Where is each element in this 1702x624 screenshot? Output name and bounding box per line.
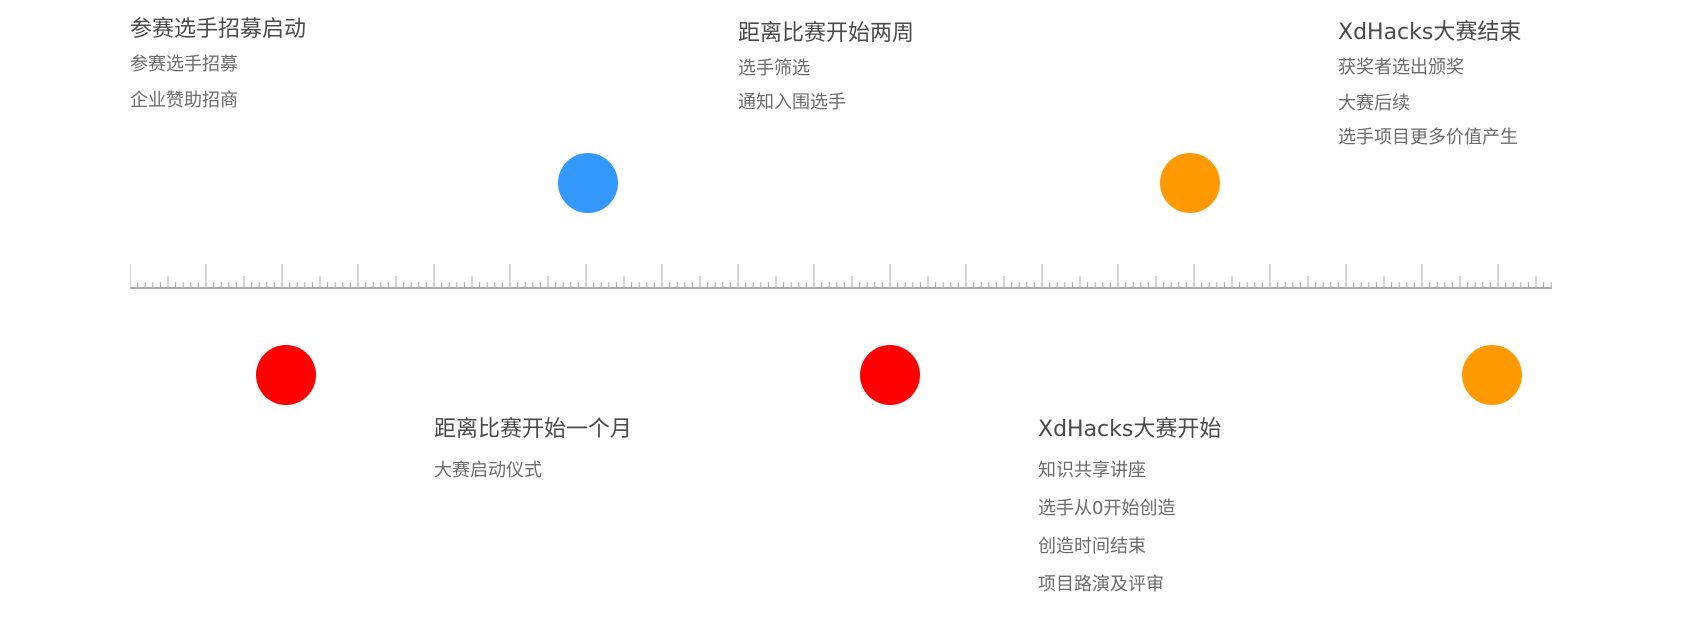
event-item: 选手筛选	[738, 58, 810, 79]
timeline-ruler	[130, 264, 1552, 289]
event-item: 大赛后续	[1338, 93, 1410, 114]
event-item: 获奖者选出颁奖	[1338, 57, 1464, 78]
event-title: 参赛选手招募启动	[130, 17, 307, 42]
event-title: XdHacks大赛开始	[1038, 417, 1222, 442]
timeline-dot-red	[256, 345, 316, 405]
event-contest-start: XdHacks大赛开始 知识共享讲座 选手从0开始创造 创造时间结束 项目路演及…	[1038, 416, 1221, 596]
event-title: 距离比赛开始一个月	[434, 417, 633, 442]
event-contest-end: XdHacks大赛结束 获奖者选出颁奖 大赛后续 选手项目更多价值产生	[1338, 19, 1521, 149]
timeline-dot-orange	[1462, 345, 1522, 405]
event-two-weeks-before: 距离比赛开始两周 选手筛选 通知入围选手	[738, 20, 914, 114]
event-item: 选手从0开始创造	[1038, 498, 1176, 519]
event-one-month-before: 距离比赛开始一个月 大赛启动仪式	[434, 416, 632, 482]
event-title: 距离比赛开始两周	[738, 21, 915, 46]
event-recruitment-start: 参赛选手招募启动 参赛选手招募 企业赞助招商	[130, 16, 306, 112]
event-item: 大赛启动仪式	[434, 460, 542, 481]
event-item: 企业赞助招商	[130, 90, 238, 111]
event-item: 知识共享讲座	[1038, 460, 1146, 481]
event-title: XdHacks大赛结束	[1338, 20, 1522, 45]
timeline-dot-blue	[558, 153, 618, 213]
timeline-dot-orange	[1160, 153, 1220, 213]
event-item: 项目路演及评审	[1038, 574, 1164, 595]
timeline-dot-red	[860, 345, 920, 405]
event-item: 通知入围选手	[738, 92, 846, 113]
event-item: 创造时间结束	[1038, 536, 1146, 557]
event-item: 参赛选手招募	[130, 54, 238, 75]
event-item: 选手项目更多价值产生	[1338, 127, 1518, 148]
